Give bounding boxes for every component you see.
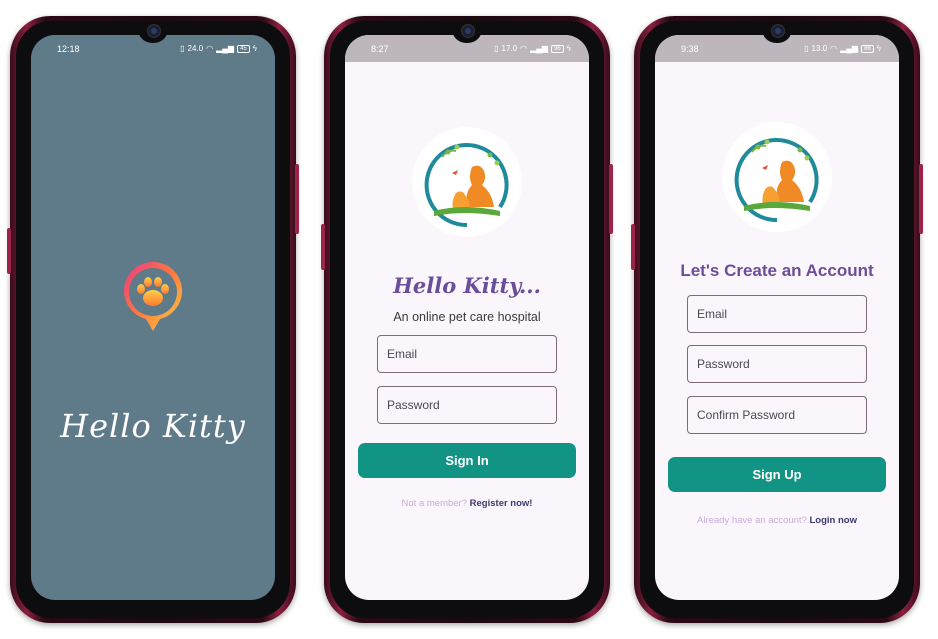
- bezel: 12:18 ▯ 24.0 ◠ ▂▄▆ 45 ϟ Hello Kitty: [16, 21, 290, 618]
- net-speed: 17.0: [501, 44, 518, 53]
- battery-level: 45: [237, 44, 250, 53]
- bezel: 9:38 ▯ 13.0 ◠ ▂▄▆ 86 ϟ Let's Create an A…: [640, 21, 914, 618]
- volume-button: [321, 224, 325, 270]
- email-field-label: Email: [697, 307, 728, 321]
- charging-icon: ϟ: [252, 44, 257, 53]
- footer-prompt: Already have an account?: [697, 515, 807, 526]
- net-speed: 13.0: [811, 44, 828, 53]
- pets-logo-icon: [412, 127, 522, 237]
- signal-icon: ▂▄▆: [530, 44, 549, 53]
- volume-button: [7, 228, 11, 274]
- signal-icon: ▂▄▆: [216, 44, 235, 53]
- status-time: 8:27: [371, 43, 389, 54]
- password-field[interactable]: Password: [377, 386, 557, 424]
- login-prompt: Already have an account? Login now: [655, 515, 899, 526]
- email-field[interactable]: Email: [687, 295, 867, 333]
- password-field-label: Password: [697, 357, 750, 371]
- wifi-icon: ◠: [830, 44, 838, 53]
- power-button: [295, 164, 299, 234]
- password-field[interactable]: Password: [687, 345, 867, 383]
- status-icons: ▯ 13.0 ◠ ▂▄▆ 86 ϟ: [804, 44, 881, 53]
- tagline: An online pet care hospital: [393, 310, 541, 324]
- battery-level: 96: [551, 44, 564, 53]
- battery-level: 86: [861, 44, 874, 53]
- power-button: [919, 164, 923, 234]
- email-field-label: Email: [387, 347, 418, 361]
- net-speed: 24.0: [187, 44, 204, 53]
- camera-icon: [461, 24, 475, 38]
- wifi-icon: ◠: [206, 44, 214, 53]
- login-link[interactable]: Login now: [810, 515, 858, 526]
- password-field-label: Password: [387, 398, 440, 412]
- status-time: 9:38: [681, 43, 699, 54]
- vibrate-icon: ▯: [494, 44, 499, 53]
- pets-logo-icon: [722, 122, 832, 232]
- charging-icon: ϟ: [566, 44, 571, 53]
- camera-icon: [771, 24, 785, 38]
- footer-prompt: Not a member?: [401, 498, 468, 509]
- signal-icon: ▂▄▆: [840, 44, 859, 53]
- confirm-password-label: Confirm Password: [697, 408, 796, 422]
- sign-in-button[interactable]: Sign In: [358, 443, 576, 478]
- status-icons: ▯ 17.0 ◠ ▂▄▆ 96 ϟ: [494, 44, 571, 53]
- paw-pin-icon: [122, 261, 184, 333]
- vibrate-icon: ▯: [804, 44, 809, 53]
- register-link[interactable]: Register now!: [470, 498, 533, 509]
- splash-title: Hello Kitty: [60, 407, 246, 445]
- vibrate-icon: ▯: [180, 44, 185, 53]
- volume-button: [631, 224, 635, 270]
- status-icons: ▯ 24.0 ◠ ▂▄▆ 45 ϟ: [180, 44, 257, 53]
- power-button: [609, 164, 613, 234]
- wifi-icon: ◠: [520, 44, 528, 53]
- charging-icon: ϟ: [876, 44, 881, 53]
- sign-up-button[interactable]: Sign Up: [668, 457, 886, 492]
- signup-screen: 9:38 ▯ 13.0 ◠ ▂▄▆ 86 ϟ Let's Create an A…: [655, 35, 899, 600]
- camera-icon: [147, 24, 161, 38]
- page-title: Let's Create an Account: [680, 261, 874, 280]
- app-title: Hello Kitty...: [393, 273, 541, 298]
- phone-frame-signin: 8:27 ▯ 17.0 ◠ ▂▄▆ 96 ϟ Hello Kitty... An…: [321, 16, 613, 623]
- register-prompt: Not a member? Register now!: [345, 498, 589, 509]
- confirm-password-field[interactable]: Confirm Password: [687, 396, 867, 434]
- email-field[interactable]: Email: [377, 335, 557, 373]
- splash-screen: 12:18 ▯ 24.0 ◠ ▂▄▆ 45 ϟ Hello Kitty: [31, 35, 275, 600]
- phone-frame-splash: 12:18 ▯ 24.0 ◠ ▂▄▆ 45 ϟ Hello Kitty: [7, 16, 299, 623]
- phone-frame-signup: 9:38 ▯ 13.0 ◠ ▂▄▆ 86 ϟ Let's Create an A…: [631, 16, 923, 623]
- bezel: 8:27 ▯ 17.0 ◠ ▂▄▆ 96 ϟ Hello Kitty... An…: [330, 21, 604, 618]
- status-time: 12:18: [57, 43, 80, 54]
- signin-screen: 8:27 ▯ 17.0 ◠ ▂▄▆ 96 ϟ Hello Kitty... An…: [345, 35, 589, 600]
